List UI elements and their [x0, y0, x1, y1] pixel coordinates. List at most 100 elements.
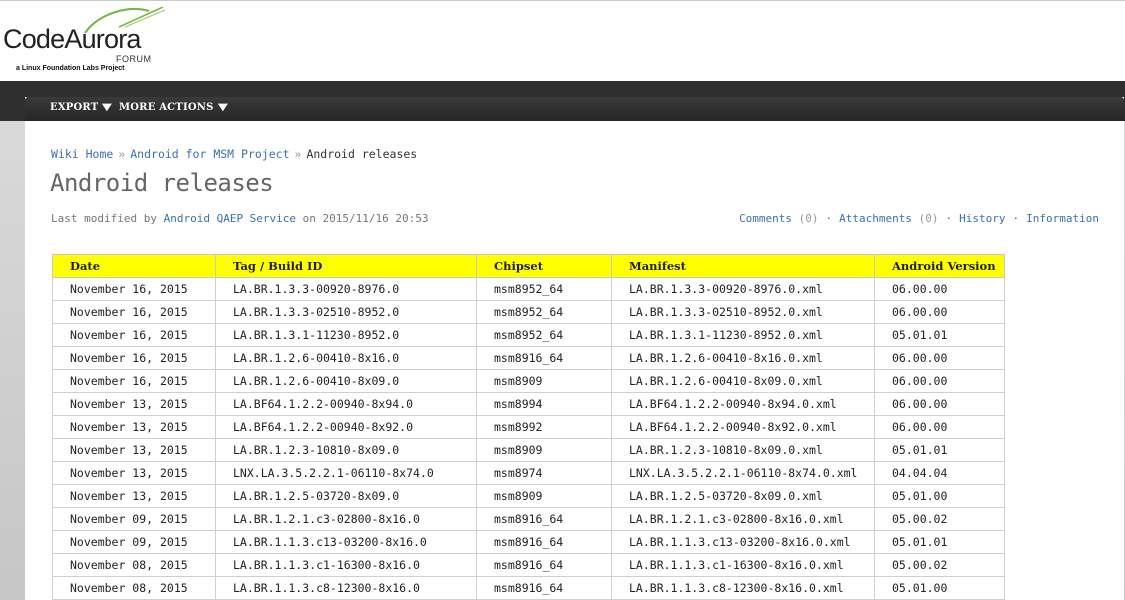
- cell-tag: LA.BF64.1.2.2-00940-8x94.0: [215, 392, 477, 416]
- cell-tag: LA.BR.1.1.3.c13-03200-8x16.0: [215, 530, 477, 554]
- cell-manifest: LA.BR.1.3.3-00920-8976.0.xml: [611, 277, 875, 301]
- header-manifest: Manifest: [611, 254, 875, 278]
- table-row: November 09, 2015 LA.BR.1.1.3.c13-03200-8…: [52, 530, 1005, 554]
- cell-android-version: 06.00.00: [874, 277, 1005, 301]
- export-menu[interactable]: EXPORT ▼: [50, 102, 113, 113]
- cell-android-version: 05.00.02: [874, 553, 1005, 577]
- cell-chipset: msm8916_64: [476, 530, 612, 554]
- separator-dot: ·: [825, 212, 833, 225]
- breadcrumb-current: Android releases: [306, 147, 418, 161]
- cell-chipset: msm8916_64: [476, 576, 612, 600]
- cell-date: November 16, 2015: [52, 369, 216, 393]
- cell-tag: LA.BR.1.2.5-03720-8x09.0: [215, 484, 477, 508]
- site-header: CodeAurora FORUM a Linux Foundation Labs…: [0, 1, 1125, 81]
- more-actions-menu[interactable]: MORE ACTIONS ▼: [119, 102, 227, 113]
- cell-manifest: LA.BR.1.2.6-00410-8x09.0.xml: [611, 369, 875, 393]
- cell-android-version: 05.01.01: [874, 438, 1005, 462]
- last-modified: Last modified by Android QAEP Service on…: [51, 212, 429, 225]
- logo-forum: FORUM: [116, 54, 152, 64]
- cell-manifest: LA.BR.1.1.3.c8-12300-8x16.0.xml: [611, 576, 875, 600]
- cell-date: November 09, 2015: [52, 530, 216, 554]
- information-link[interactable]: Information: [1026, 212, 1099, 225]
- table-row: November 13, 2015 LA.BR.1.2.5-03720-8x09.…: [52, 484, 1005, 508]
- cell-android-version: 06.00.00: [874, 369, 1005, 393]
- cell-tag: LA.BR.1.3.3-00920-8976.0: [215, 277, 477, 301]
- header-date: Date: [52, 254, 216, 278]
- cell-android-version: 05.01.00: [874, 576, 1005, 600]
- logo-wordmark: CodeAurora: [3, 24, 141, 54]
- cell-date: November 16, 2015: [52, 323, 216, 347]
- cell-tag: LA.BR.1.3.1-11230-8952.0: [215, 323, 477, 347]
- caret-down-icon: ▼: [102, 102, 113, 113]
- cell-android-version: 05.01.01: [874, 530, 1005, 554]
- table-row: November 13, 2015 LA.BF64.1.2.2-00940-8x9…: [52, 392, 1005, 416]
- history-link[interactable]: History: [959, 212, 1005, 225]
- cell-tag: LNX.LA.3.5.2.2.1-06110-8x74.0: [215, 461, 477, 485]
- cell-manifest: LA.BR.1.1.3.c13-03200-8x16.0.xml: [611, 530, 875, 554]
- page-actions: Comments (0) · Attachments (0) · History · Inf…: [739, 212, 1099, 225]
- cell-tag: LA.BR.1.2.6-00410-8x16.0: [215, 346, 477, 370]
- cell-android-version: 05.01.00: [874, 484, 1005, 508]
- table-body: November 16, 2015 LA.BR.1.3.3-00920-8976.…: [52, 277, 1005, 600]
- cell-tag: LA.BR.1.2.3-10810-8x09.0: [215, 438, 477, 462]
- cell-android-version: 06.00.00: [874, 415, 1005, 439]
- table-row: November 13, 2015 LA.BF64.1.2.2-00940-8x9…: [52, 415, 1005, 439]
- table-row: November 13, 2015 LA.BR.1.2.3-10810-8x09.…: [52, 438, 1005, 462]
- breadcrumb-separator: »: [294, 147, 302, 161]
- cell-manifest: LA.BR.1.2.3-10810-8x09.0.xml: [611, 438, 875, 462]
- cell-android-version: 05.00.02: [874, 507, 1005, 531]
- cell-date: November 09, 2015: [52, 507, 216, 531]
- cell-chipset: msm8952_64: [476, 277, 612, 301]
- author-link[interactable]: Android QAEP Service: [164, 212, 296, 225]
- cell-date: November 13, 2015: [52, 392, 216, 416]
- comments-count: (0): [798, 212, 819, 225]
- cell-chipset: msm8916_64: [476, 553, 612, 577]
- attachments-link[interactable]: Attachments: [839, 212, 912, 225]
- cell-tag: LA.BR.1.2.6-00410-8x09.0: [215, 369, 477, 393]
- breadcrumb-android-msm[interactable]: Android for MSM Project: [130, 147, 289, 161]
- cell-chipset: msm8974: [476, 461, 612, 485]
- table-row: November 09, 2015 LA.BR.1.2.1.c3-02800-8x…: [52, 507, 1005, 531]
- header-tag: Tag / Build ID: [215, 254, 477, 278]
- cell-tag: LA.BR.1.2.1.c3-02800-8x16.0: [215, 507, 477, 531]
- cell-date: November 13, 2015: [52, 415, 216, 439]
- cell-chipset: msm8916_64: [476, 507, 612, 531]
- table-row: November 08, 2015 LA.BR.1.1.3.c8-12300-8x…: [52, 576, 1005, 600]
- cell-date: November 13, 2015: [52, 484, 216, 508]
- page-toolbar: EXPORT ▼ MORE ACTIONS ▼: [25, 97, 1124, 121]
- cell-date: November 16, 2015: [52, 277, 216, 301]
- table-row: November 16, 2015 LA.BR.1.2.6-00410-8x09.…: [52, 369, 1005, 393]
- cell-date: November 16, 2015: [52, 346, 216, 370]
- breadcrumb-separator: »: [118, 147, 126, 161]
- header-chipset: Chipset: [476, 254, 612, 278]
- cell-date: November 16, 2015: [52, 300, 216, 324]
- comments-link[interactable]: Comments: [739, 212, 792, 225]
- cell-android-version: 06.00.00: [874, 346, 1005, 370]
- header-android-version: Android Version: [874, 254, 1005, 278]
- breadcrumb-wiki-home[interactable]: Wiki Home: [51, 147, 113, 161]
- cell-android-version: 06.00.00: [874, 300, 1005, 324]
- table-row: November 13, 2015 LNX.LA.3.5.2.2.1-06110-…: [52, 461, 1005, 485]
- cell-chipset: msm8994: [476, 392, 612, 416]
- cell-android-version: 04.04.04: [874, 461, 1005, 485]
- cell-tag: LA.BR.1.1.3.c8-12300-8x16.0: [215, 576, 477, 600]
- separator-dot: ·: [945, 212, 953, 225]
- table-row: November 16, 2015 LA.BR.1.3.3-02510-8952.…: [52, 300, 1005, 324]
- table-header-row: Date Tag / Build ID Chipset Manifest And…: [52, 254, 1005, 278]
- cell-manifest: LA.BR.1.2.5-03720-8x09.0.xml: [611, 484, 875, 508]
- table-row: November 08, 2015 LA.BR.1.1.3.c1-16300-8x…: [52, 553, 1005, 577]
- codeaurora-logo[interactable]: CodeAurora FORUM a Linux Foundation Labs…: [3, 7, 173, 79]
- cell-manifest: LA.BF64.1.2.2-00940-8x94.0.xml: [611, 392, 875, 416]
- cell-manifest: LNX.LA.3.5.2.2.1-06110-8x74.0.xml: [611, 461, 875, 485]
- cell-tag: LA.BF64.1.2.2-00940-8x92.0: [215, 415, 477, 439]
- logo-tagline: a Linux Foundation Labs Project: [16, 65, 125, 72]
- cell-manifest: LA.BR.1.2.6-00410-8x16.0.xml: [611, 346, 875, 370]
- cell-android-version: 06.00.00: [874, 392, 1005, 416]
- cell-chipset: msm8952_64: [476, 323, 612, 347]
- cell-chipset: msm8909: [476, 484, 612, 508]
- attachments-count: (0): [918, 212, 939, 225]
- cell-manifest: LA.BR.1.3.1-11230-8952.0.xml: [611, 323, 875, 347]
- table-row: November 16, 2015 LA.BR.1.2.6-00410-8x16.…: [52, 346, 1005, 370]
- cell-date: November 13, 2015: [52, 461, 216, 485]
- cell-manifest: LA.BR.1.3.3-02510-8952.0.xml: [611, 300, 875, 324]
